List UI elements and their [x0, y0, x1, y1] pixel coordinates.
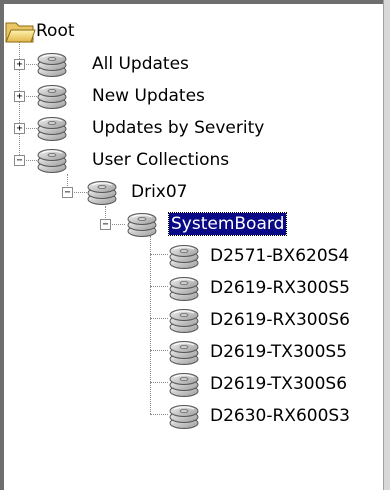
- tree-leaf-label[interactable]: D2630-RX600S3: [208, 405, 352, 427]
- disc-stack-icon: [168, 240, 200, 270]
- tree-line: [150, 382, 168, 383]
- collapse-toggle[interactable]: −: [14, 155, 25, 166]
- tree-leaf-label[interactable]: D2619-TX300S6: [208, 373, 349, 395]
- disc-stack-icon: [36, 48, 68, 78]
- tree-node-label[interactable]: Drix07: [129, 181, 190, 203]
- scrollbar-edge[interactable]: [383, 0, 390, 490]
- disc-stack-icon: [168, 336, 200, 366]
- tree-line: [150, 350, 168, 351]
- disc-stack-icon: [168, 272, 200, 302]
- tree-view-panel: Root + All Updates + New Updates + Updat…: [0, 0, 390, 490]
- tree-node-label[interactable]: Root: [34, 20, 77, 42]
- tree-line: [150, 236, 151, 414]
- tree-line: [150, 318, 168, 319]
- disc-stack-icon: [168, 400, 200, 430]
- tree-node-label[interactable]: All Updates: [90, 53, 191, 75]
- tree-leaf-label[interactable]: D2619-TX300S5: [208, 341, 349, 363]
- disc-stack-icon: [36, 144, 68, 174]
- disc-stack-icon: [86, 176, 118, 206]
- tree-leaf-label[interactable]: D2619-RX300S5: [208, 277, 352, 299]
- expand-toggle[interactable]: +: [14, 123, 25, 134]
- tree-leaf-label[interactable]: D2619-RX300S6: [208, 309, 352, 331]
- expand-toggle[interactable]: +: [14, 91, 25, 102]
- collapse-toggle[interactable]: −: [100, 219, 111, 230]
- tree-line: [150, 254, 168, 255]
- tree-node-label[interactable]: New Updates: [90, 85, 207, 107]
- tree-line: [150, 286, 168, 287]
- disc-stack-icon: [126, 208, 158, 238]
- expand-toggle[interactable]: +: [14, 59, 25, 70]
- disc-stack-icon: [168, 368, 200, 398]
- disc-stack-icon: [36, 80, 68, 110]
- collapse-toggle[interactable]: −: [62, 187, 73, 198]
- disc-stack-icon: [168, 304, 200, 334]
- tree-node-label[interactable]: User Collections: [90, 149, 231, 171]
- disc-stack-icon: [36, 112, 68, 142]
- tree-node-label-selected[interactable]: SystemBoard: [167, 212, 288, 236]
- folder-open-icon: [4, 16, 36, 46]
- tree-leaf-label[interactable]: D2571-BX620S4: [208, 245, 351, 267]
- tree-node-label[interactable]: Updates by Severity: [90, 117, 266, 139]
- tree-line: [150, 414, 168, 415]
